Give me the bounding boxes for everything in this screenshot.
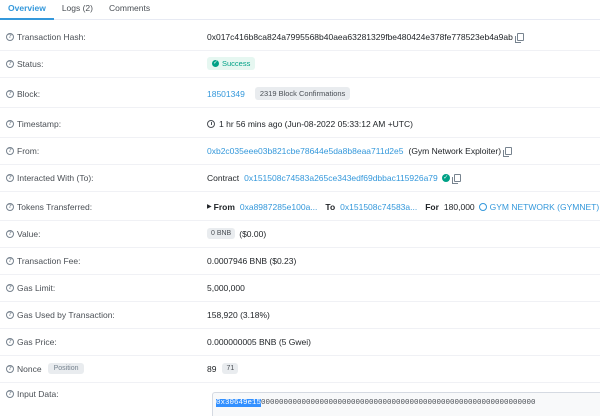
tokens-for-label: For (425, 201, 439, 212)
clock-icon (207, 119, 215, 128)
row-status: ? Status: ✓ Success (0, 51, 600, 78)
tokens-to-address-link[interactable]: 0x151508c74583a... (340, 202, 417, 212)
caret-right-icon: ▶ (207, 204, 212, 211)
verified-check-icon: ✓ (441, 173, 450, 182)
question-circle-icon[interactable]: ? (6, 173, 14, 182)
row-timestamp: ? Timestamp: 1 hr 56 mins ago (Jun-08-202… (0, 111, 600, 138)
label-block: Block: (17, 88, 41, 99)
row-from: ? From: 0xb2c035eee03b821cbe78644e5da8b8e… (0, 138, 600, 165)
label-status: Status: (17, 58, 44, 69)
tokens-to-label: To (325, 201, 336, 212)
tokens-amount: 180,000 (443, 201, 475, 212)
gas-limit-value: 5,000,000 (207, 282, 245, 293)
token-name-link[interactable]: GYM NETWORK (GYMNET) (490, 202, 600, 212)
input-data-textarea[interactable]: 0x30649e15000000000000000000000000000000… (212, 392, 600, 416)
row-gas-price: ? Gas Price: 0.000000005 BNB (5 Gwei) (0, 329, 600, 356)
gas-price-value: 0.000000005 BNB (5 Gwei) (207, 336, 311, 347)
question-circle-icon[interactable]: ? (6, 364, 14, 373)
status-text: Success (222, 59, 251, 69)
question-circle-icon[interactable]: ? (6, 59, 14, 68)
tab-bar: Overview Logs (2) Comments (0, 0, 600, 20)
label-tokens-transferred: Tokens Transferred: (17, 201, 93, 212)
nonce-value: 89 (207, 363, 217, 374)
block-number-link[interactable]: 18501349 (207, 89, 245, 99)
label-from: From: (17, 145, 40, 156)
label-interacted-with: Interacted With (To): (17, 172, 94, 183)
check-circle-icon: ✓ (212, 60, 219, 68)
row-nonce: ? Nonce Position 89 71 (0, 356, 600, 383)
tokens-from-address-link[interactable]: 0xa8987285e100a... (240, 202, 318, 212)
row-transaction-hash: ? Transaction Hash: 0x017c416b8ca824a7995… (0, 24, 600, 51)
tab-logs[interactable]: Logs (2) (54, 0, 101, 20)
status-badge: ✓ Success (207, 57, 256, 71)
timestamp-value: 1 hr 56 mins ago (Jun-08-2022 05:33:12 A… (219, 118, 413, 129)
question-circle-icon[interactable]: ? (6, 89, 14, 98)
tokens-from-label: From (213, 201, 235, 212)
label-transaction-fee: Transaction Fee: (17, 255, 81, 266)
row-transaction-fee: ? Transaction Fee: 0.0007946 BNB ($0.23) (0, 248, 600, 275)
label-gas-price: Gas Price: (17, 336, 57, 347)
row-gas-limit: ? Gas Limit: 5,000,000 (0, 275, 600, 302)
copy-icon[interactable] (503, 146, 513, 157)
tab-overview[interactable]: Overview (0, 0, 54, 20)
copy-icon[interactable] (514, 32, 524, 43)
question-circle-icon[interactable]: ? (6, 390, 14, 398)
gas-used-value: 158,920 (3.18%) (207, 309, 270, 320)
copy-icon[interactable] (451, 173, 461, 184)
question-circle-icon[interactable]: ? (6, 310, 14, 319)
label-nonce: Nonce (17, 363, 42, 374)
from-address-link[interactable]: 0xb2c035eee03b821cbe78644e5da8b8eaa711d2… (207, 146, 403, 156)
row-block: ? Block: 18501349 2319 Block Confirmations (0, 81, 600, 108)
question-circle-icon[interactable]: ? (6, 337, 14, 346)
from-name-tag: (Gym Network Exploiter) (408, 145, 502, 156)
question-circle-icon[interactable]: ? (6, 202, 14, 211)
input-data-selected-text: 0x30649e15 (216, 399, 262, 407)
value-bnb-badge: 0 BNB (207, 228, 236, 240)
transaction-fee-value: 0.0007946 BNB ($0.23) (207, 255, 297, 266)
question-circle-icon[interactable]: ? (6, 256, 14, 265)
label-timestamp: Timestamp: (17, 118, 62, 129)
position-label-badge: Position (47, 363, 85, 375)
gym-token-icon (478, 202, 487, 211)
input-data-rest-text: 0000000000000000000000000000000000000000… (261, 399, 536, 407)
label-transaction-hash: Transaction Hash: (17, 31, 86, 42)
label-input-data: Input Data: (17, 389, 59, 399)
row-tokens-transferred: ? Tokens Transferred: ▶ From 0xa8987285e1… (0, 194, 600, 221)
position-value-badge: 71 (222, 363, 239, 375)
contract-prefix: Contract (207, 172, 240, 183)
question-circle-icon[interactable]: ? (6, 229, 14, 238)
label-gas-limit: Gas Limit: (17, 282, 56, 293)
value-usd: ($0.00) (239, 228, 267, 239)
row-gas-used: ? Gas Used by Transaction: 158,920 (3.18%… (0, 302, 600, 329)
row-value: ? Value: 0 BNB ($0.00) (0, 221, 600, 248)
row-interacted-with: ? Interacted With (To): Contract 0x151508c… (0, 165, 600, 192)
question-circle-icon[interactable]: ? (6, 283, 14, 292)
block-confirmations-badge: 2319 Block Confirmations (254, 87, 351, 101)
question-circle-icon[interactable]: ? (6, 146, 14, 155)
question-circle-icon[interactable]: ? (6, 32, 14, 41)
contract-address-link[interactable]: 0x151508c74583a265ce343edf69dbbac115926a… (244, 173, 438, 183)
question-circle-icon[interactable]: ? (6, 119, 14, 128)
label-value: Value: (17, 228, 41, 239)
label-gas-used: Gas Used by Transaction: (17, 309, 115, 320)
transaction-hash-value: 0x017c416b8ca824a7995568b40aea63281329fb… (207, 31, 513, 42)
tab-comments[interactable]: Comments (101, 0, 158, 20)
